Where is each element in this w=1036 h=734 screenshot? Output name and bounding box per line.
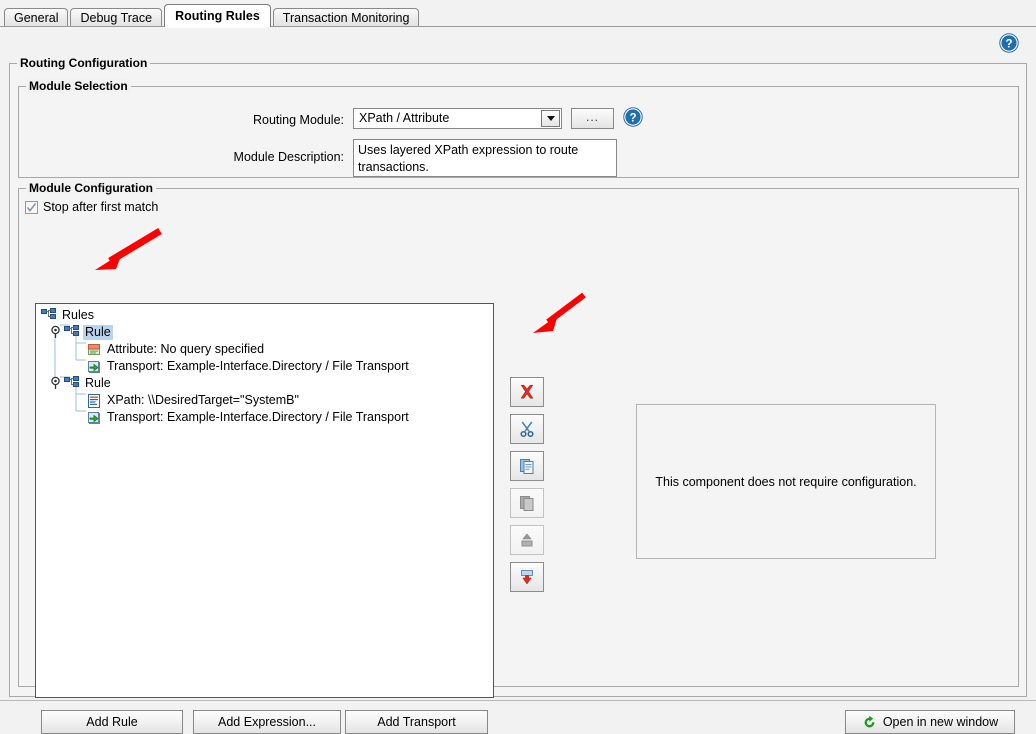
tree-node-xpath[interactable]: XPath: \\DesiredTarget="SystemB" xyxy=(36,392,493,409)
open-in-new-window-button[interactable]: Open in new window xyxy=(845,710,1015,734)
routing-configuration-group: Routing Configuration Module Selection R… xyxy=(9,56,1027,734)
red-x-icon xyxy=(520,384,534,399)
tree-node-transport-1[interactable]: Transport: Example-Interface.Directory /… xyxy=(36,358,493,375)
tab-strip: General Debug Trace Routing Rules Transa… xyxy=(4,3,421,27)
stop-after-first-match-label: Stop after first match xyxy=(43,200,159,214)
module-configuration-group: Module Configuration Stop after first ma… xyxy=(18,181,1019,734)
routing-configuration-legend: Routing Configuration xyxy=(17,56,151,70)
tree-node-label: Transport: Example-Interface.Directory /… xyxy=(107,359,409,373)
tree-node-attribute[interactable]: Attribute: No query specified xyxy=(36,341,493,358)
tree-node-label: XPath: \\DesiredTarget="SystemB" xyxy=(107,393,299,407)
chevron-down-icon[interactable] xyxy=(541,110,560,127)
content-area: ? Routing Configuration Module Selection… xyxy=(0,27,1036,734)
tree-node-rule-2[interactable]: Rule xyxy=(36,375,493,392)
tree-node-label: Rules xyxy=(62,308,94,322)
rules-tree-content: Rules Rule Attribute: No query specified… xyxy=(36,304,493,426)
rule-node-icon xyxy=(64,375,79,387)
move-up-button xyxy=(510,525,544,555)
paste-icon xyxy=(520,496,534,511)
arrow-up-icon xyxy=(521,533,533,547)
rules-toolbar xyxy=(510,377,544,599)
tab-transaction-monitoring[interactable]: Transaction Monitoring xyxy=(272,8,420,27)
scissors-icon xyxy=(520,421,534,438)
add-expression-button[interactable]: Add Expression... xyxy=(193,710,341,734)
stop-after-first-match-checkbox[interactable]: Stop after first match xyxy=(25,199,158,215)
module-help-button[interactable]: ? xyxy=(623,107,643,127)
tree-node-rules-root[interactable]: Rules xyxy=(36,307,493,324)
tree-node-transport-2[interactable]: Transport: Example-Interface.Directory /… xyxy=(36,409,493,426)
help-circle-icon: ? xyxy=(999,33,1019,53)
browse-button[interactable]: ... xyxy=(571,108,614,129)
tab-bar: General Debug Trace Routing Rules Transa… xyxy=(0,0,1036,28)
expand-handle-icon[interactable] xyxy=(48,324,64,340)
tree-node-label: Attribute: No query specified xyxy=(107,342,265,356)
transport-icon xyxy=(88,360,100,373)
paste-button xyxy=(510,488,544,518)
module-description-label: Module Description: xyxy=(233,150,344,164)
window-bottom-edge xyxy=(0,700,1036,701)
open-in-new-window-label: Open in new window xyxy=(882,715,999,729)
component-config-message: This component does not require configur… xyxy=(655,474,917,489)
green-refresh-icon xyxy=(864,715,875,727)
xpath-icon xyxy=(88,393,100,408)
routing-module-select[interactable]: XPath / Attribute xyxy=(353,108,562,129)
attribute-icon xyxy=(88,343,100,355)
rules-tree[interactable]: Rules Rule Attribute: No query specified… xyxy=(35,303,494,698)
svg-text:?: ? xyxy=(629,112,636,124)
tab-debug-trace[interactable]: Debug Trace xyxy=(70,8,163,27)
active-tab-mask xyxy=(165,26,270,28)
arrow-down-icon xyxy=(521,570,533,585)
module-selection-legend: Module Selection xyxy=(26,79,131,93)
caret-glyph xyxy=(546,116,555,121)
tree-node-rule-1[interactable]: Rule xyxy=(36,324,493,341)
svg-text:?: ? xyxy=(1005,38,1012,50)
module-description-text: Uses layered XPath expression to route t… xyxy=(353,139,617,177)
add-transport-button[interactable]: Add Transport xyxy=(345,710,488,734)
copy-button[interactable] xyxy=(510,451,544,481)
tab-routing-rules[interactable]: Routing Rules xyxy=(164,4,271,27)
expand-handle-icon[interactable] xyxy=(48,375,64,391)
routing-module-value: XPath / Attribute xyxy=(359,111,450,125)
delete-button[interactable] xyxy=(510,377,544,407)
move-down-button[interactable] xyxy=(510,562,544,592)
tree-node-label: Rule xyxy=(83,325,113,340)
cut-button[interactable] xyxy=(510,414,544,444)
copy-icon xyxy=(520,459,534,474)
tab-general[interactable]: General xyxy=(4,8,69,27)
transport-icon xyxy=(88,411,100,424)
routing-module-label: Routing Module: xyxy=(252,113,344,127)
help-circle-icon: ? xyxy=(623,107,643,127)
add-rule-button[interactable]: Add Rule xyxy=(41,710,183,734)
component-config-panel: This component does not require configur… xyxy=(636,404,936,559)
module-selection-group: Module Selection Routing Module: XPath /… xyxy=(18,79,1019,178)
module-configuration-legend: Module Configuration xyxy=(26,181,156,195)
tree-node-label: Rule xyxy=(85,376,111,390)
rule-node-icon xyxy=(64,324,79,336)
rules-node-icon xyxy=(41,307,56,319)
check-icon xyxy=(26,202,37,212)
checkbox-box[interactable] xyxy=(25,200,38,214)
tree-node-label: Transport: Example-Interface.Directory /… xyxy=(107,410,409,424)
help-button[interactable]: ? xyxy=(999,33,1019,53)
